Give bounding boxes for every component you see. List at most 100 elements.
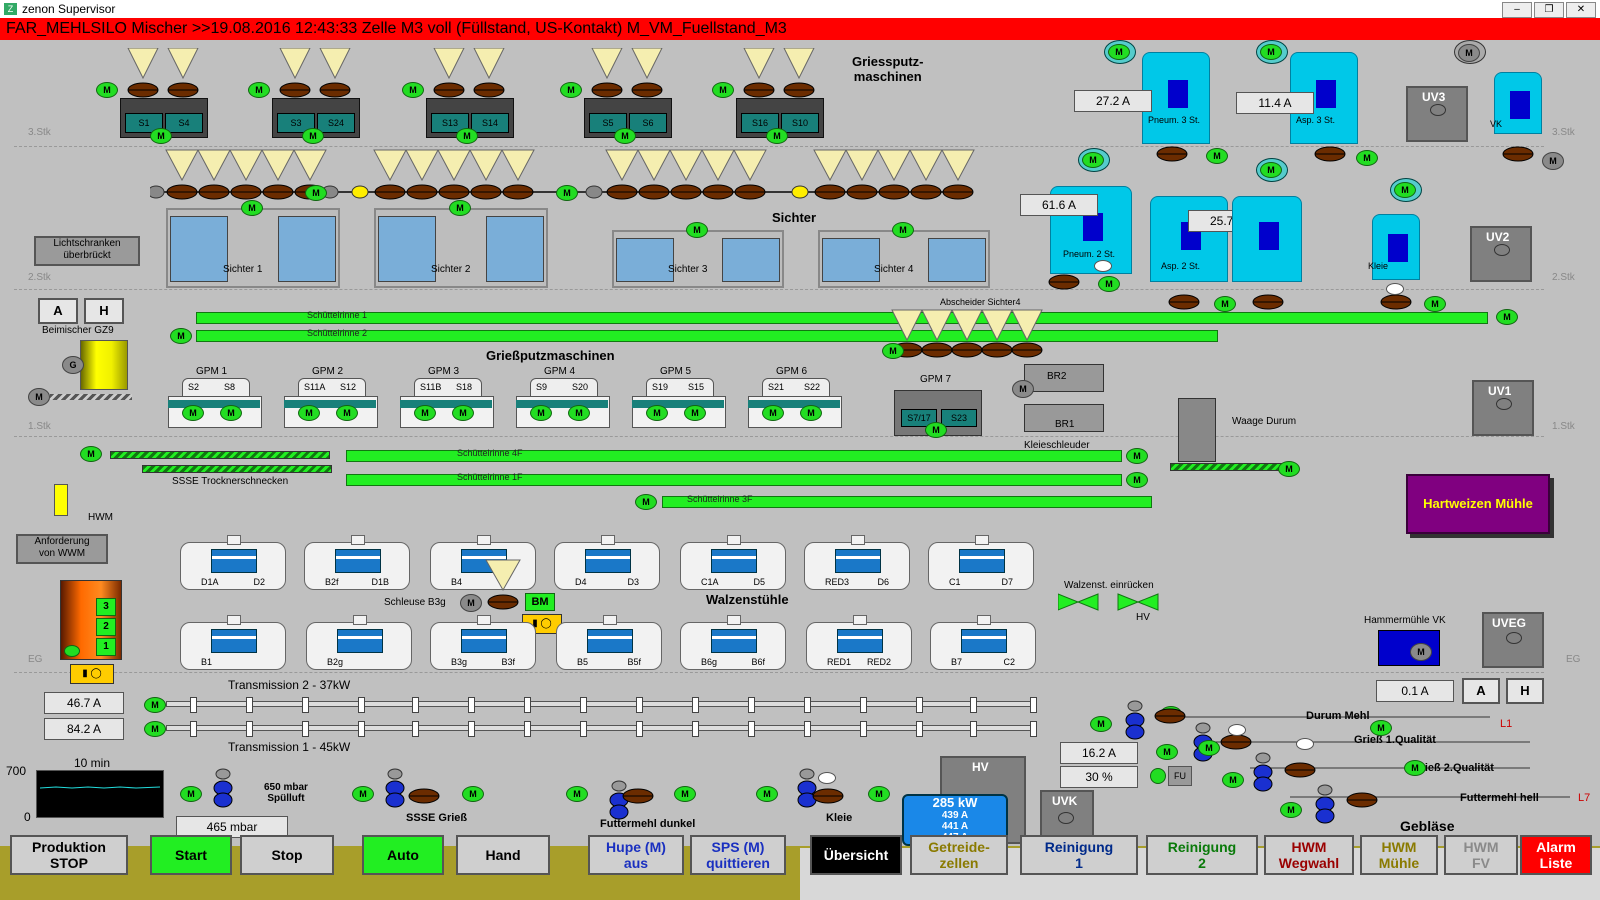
footer-button-12[interactable]: HWM Mühle	[1360, 835, 1438, 875]
silo-io-toggle[interactable]: ▮ ◯	[70, 664, 114, 684]
motor-icon[interactable]: M	[452, 405, 474, 421]
roller-mill[interactable]: B6g B6f	[680, 615, 786, 670]
roller-mill[interactable]: B2g	[306, 615, 412, 670]
motor-icon[interactable]: M	[248, 82, 270, 98]
gpm-machine[interactable]: S11A S12	[284, 378, 378, 438]
lichtschranken-button[interactable]: Lichtschranken überbrückt	[34, 236, 140, 266]
motor-icon[interactable]: M	[530, 405, 552, 421]
sichter-unit[interactable]: Sichter 1	[166, 208, 340, 288]
motor-icon[interactable]: M	[646, 405, 668, 421]
waage-durum-unit[interactable]	[1178, 398, 1216, 462]
motor-icon[interactable]: M	[1260, 44, 1282, 60]
gpm-machine[interactable]: S11B S18	[400, 378, 494, 438]
close-button[interactable]: ✕	[1566, 2, 1596, 18]
motor-icon[interactable]: M	[1410, 643, 1432, 661]
footer-button-8[interactable]: Getreide- zellen	[910, 835, 1008, 875]
motor-icon[interactable]: M	[302, 128, 324, 144]
hartweizen-muehle-button[interactable]: Hartweizen Mühle	[1406, 474, 1550, 534]
footer-button-3[interactable]: Auto	[362, 835, 444, 875]
motor-icon[interactable]: M	[635, 494, 657, 510]
sichter-unit[interactable]: Sichter 3	[612, 230, 784, 288]
motor-icon[interactable]: M	[1542, 152, 1564, 170]
conveyor-schuettelrinne-1f[interactable]: Schüttelrinne 1F	[346, 472, 1122, 486]
motor-icon[interactable]: M	[882, 343, 904, 359]
motor-icon[interactable]: M	[1126, 472, 1148, 488]
motor-icon[interactable]: M	[144, 721, 166, 737]
roller-mill[interactable]: C1A D5	[680, 535, 786, 590]
roller-mill[interactable]: B7 C2	[930, 615, 1036, 670]
pressure-trend-chart[interactable]	[36, 770, 164, 818]
motor-icon[interactable]: M	[414, 405, 436, 421]
roller-mill[interactable]: B5 B5f	[556, 615, 662, 670]
aspirator-pneum3[interactable]: Pneum. 3 St.	[1142, 52, 1210, 144]
motor-icon[interactable]: M	[1370, 720, 1392, 736]
footer-button-1[interactable]: Start	[150, 835, 232, 875]
motor-icon[interactable]: M	[762, 405, 784, 421]
motor-icon[interactable]: M	[766, 128, 788, 144]
motor-icon[interactable]: M	[352, 786, 374, 802]
roller-mill[interactable]: B1	[180, 615, 286, 670]
motor-icon[interactable]: M	[305, 185, 327, 201]
roller-mill[interactable]: B2f D1B	[304, 535, 410, 590]
motor-icon[interactable]: M	[402, 82, 424, 98]
roller-mill[interactable]: RED1 RED2	[806, 615, 912, 670]
walzenst-valves[interactable]	[1058, 592, 1168, 612]
motor-icon[interactable]: M	[568, 405, 590, 421]
footer-button-0[interactable]: Produktion STOP	[10, 835, 128, 875]
motor-icon[interactable]	[64, 645, 80, 657]
motor-icon[interactable]: M	[556, 185, 578, 201]
gpm-machine[interactable]: S21 S22	[748, 378, 842, 438]
anforderung-button[interactable]: Anforderung von WWM	[16, 534, 108, 564]
sichter-unit[interactable]: Sichter 4	[818, 230, 990, 288]
conveyor-schuettelrinne-4f[interactable]: Schüttelrinne 4F	[346, 448, 1122, 462]
auto-mode-button[interactable]: A	[38, 298, 78, 324]
uveg-block[interactable]: UVEG	[1482, 612, 1544, 668]
footer-button-10[interactable]: Reinigung 2	[1146, 835, 1258, 875]
motor-icon[interactable]: M	[456, 128, 478, 144]
motor-icon[interactable]: M	[925, 422, 947, 438]
motor-icon[interactable]: M	[1126, 448, 1148, 464]
restore-button[interactable]: ❐	[1534, 2, 1564, 18]
uv1-block[interactable]: UV1	[1472, 380, 1534, 436]
footer-button-7[interactable]: Übersicht	[810, 835, 902, 875]
conveyor-schuettelrinne-1[interactable]: Schüttelrinne 1	[196, 310, 1488, 324]
uvk-block[interactable]: UVK	[1040, 790, 1094, 840]
motor-icon[interactable]: M	[241, 200, 263, 216]
motor-icon[interactable]: M	[1496, 309, 1518, 325]
motor-icon[interactable]: M	[298, 405, 320, 421]
motor-icon[interactable]: M	[1458, 44, 1480, 62]
footer-button-6[interactable]: SPS (M) quittieren	[690, 835, 786, 875]
motor-icon[interactable]: M	[560, 82, 582, 98]
motor-icon[interactable]: M	[1278, 461, 1300, 477]
motor-icon[interactable]: M	[1108, 44, 1130, 60]
footer-button-9[interactable]: Reinigung 1	[1020, 835, 1138, 875]
footer-button-2[interactable]: Stop	[240, 835, 334, 875]
motor-icon[interactable]: M	[180, 786, 202, 802]
footer-button-13[interactable]: HWM FV	[1444, 835, 1518, 875]
motor-icon[interactable]: M	[1012, 380, 1034, 398]
minimize-button[interactable]: –	[1502, 2, 1532, 18]
alarm-banner[interactable]: FAR_MEHLSILO Mischer >>19.08.2016 12:43:…	[0, 18, 1600, 40]
motor-icon[interactable]: M	[1214, 296, 1236, 312]
gpm-machine[interactable]: S19 S15	[632, 378, 726, 438]
bm-indicator[interactable]: BM	[525, 593, 555, 611]
conveyor-schuettelrinne-3f[interactable]: Schüttelrinne 3F	[662, 494, 1152, 508]
footer-button-11[interactable]: HWM Wegwahl	[1264, 835, 1354, 875]
motor-icon[interactable]: M	[449, 200, 471, 216]
motor-icon[interactable]: M	[336, 405, 358, 421]
roller-mill[interactable]: C1 D7	[928, 535, 1034, 590]
pump-icon[interactable]	[210, 768, 236, 808]
motor-icon[interactable]: M	[1090, 716, 1112, 732]
motor-icon[interactable]: M	[614, 128, 636, 144]
motor-icon[interactable]: M	[170, 328, 192, 344]
roller-mill[interactable]: B3g B3f	[430, 615, 536, 670]
footer-button-5[interactable]: Hupe (M) aus	[588, 835, 684, 875]
br1-unit[interactable]: BR1	[1024, 404, 1104, 432]
br2-unit[interactable]: BR2	[1024, 364, 1104, 392]
motor-icon[interactable]: M	[686, 222, 708, 238]
roller-mill[interactable]: D4 D3	[554, 535, 660, 590]
gpm-machine[interactable]: S9 S20	[516, 378, 610, 438]
footer-button-4[interactable]: Hand	[456, 835, 550, 875]
roller-mill[interactable]: RED3 D6	[804, 535, 910, 590]
aspirator-vk[interactable]: VK	[1490, 72, 1542, 134]
